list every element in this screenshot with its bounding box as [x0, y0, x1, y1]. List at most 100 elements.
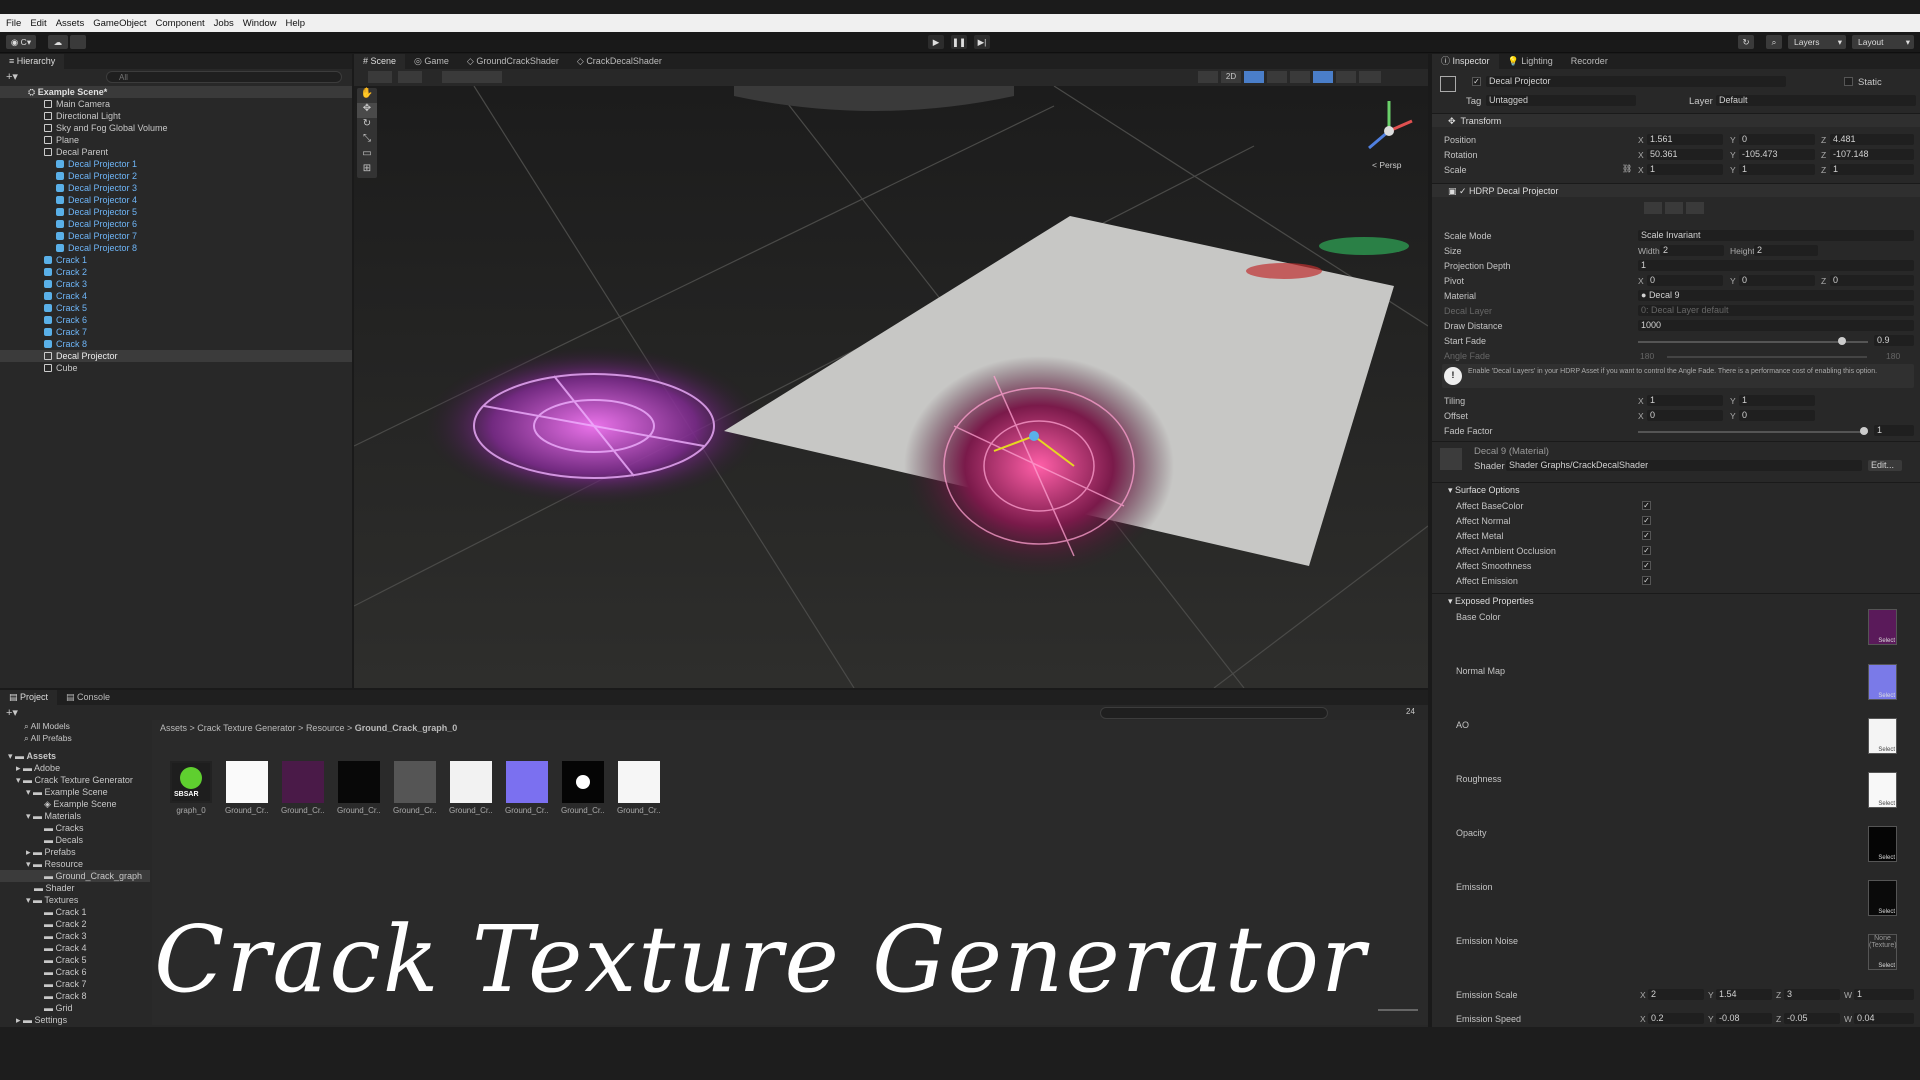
- folder-item[interactable]: ▬ Decals: [0, 834, 150, 846]
- edit-pivot-icon[interactable]: [1665, 202, 1683, 214]
- 2d-toggle[interactable]: 2D: [1221, 71, 1241, 83]
- position-z[interactable]: 4.481: [1830, 134, 1914, 145]
- persp-label[interactable]: < Persp: [1372, 160, 1402, 170]
- scale-z[interactable]: 1: [1830, 164, 1914, 175]
- folder-item[interactable]: ▬ Crack 2: [0, 918, 150, 930]
- position-y[interactable]: 0: [1739, 134, 1815, 145]
- emission-noise-texture-slot[interactable]: None (Texture) Select: [1868, 934, 1897, 970]
- texture-thumbnail[interactable]: [562, 761, 604, 803]
- fade-factor-field[interactable]: 1: [1874, 425, 1914, 436]
- texture-thumbnail[interactable]: [506, 761, 548, 803]
- rotate-tool-icon[interactable]: ↻: [357, 118, 377, 133]
- folder-item[interactable]: ▬ Crack 5: [0, 954, 150, 966]
- texture-thumbnail[interactable]: [226, 761, 268, 803]
- search-icon[interactable]: ⌕: [1766, 35, 1782, 49]
- static-checkbox[interactable]: [1844, 77, 1853, 86]
- edit-uv-icon[interactable]: [1686, 202, 1704, 214]
- fade-factor-slider[interactable]: [1638, 431, 1868, 433]
- pause-icon[interactable]: ❚❚: [951, 35, 967, 49]
- hierarchy-item[interactable]: Crack 7: [0, 326, 352, 338]
- move-tool-icon[interactable]: ✥: [357, 103, 377, 118]
- folder-item[interactable]: ▸ ▬ Adobe: [0, 762, 150, 774]
- texture-thumbnail[interactable]: [338, 761, 380, 803]
- hierarchy-item[interactable]: Decal Projector 4: [0, 194, 352, 206]
- ao-texture-slot[interactable]: Select: [1868, 718, 1897, 754]
- cloud-icon[interactable]: ☁: [48, 35, 68, 49]
- menu-edit[interactable]: Edit: [30, 18, 46, 29]
- texture-thumbnail[interactable]: [394, 761, 436, 803]
- shader-dropdown[interactable]: Shader Graphs/CrackDecalShader: [1506, 460, 1862, 471]
- texture-thumbnail[interactable]: [282, 761, 324, 803]
- pivot-z[interactable]: 0: [1830, 275, 1914, 286]
- fade-factor-slider-thumb[interactable]: [1860, 427, 1868, 435]
- menu-component[interactable]: Component: [156, 18, 205, 29]
- folder-item[interactable]: ▬ Shader: [0, 882, 150, 894]
- breadcrumb-item[interactable]: Ground_Crack_graph_0: [355, 723, 458, 733]
- sbsar-asset-icon[interactable]: SBSAR: [170, 761, 212, 803]
- hierarchy-item[interactable]: Decal Projector 6: [0, 218, 352, 230]
- tab-hierarchy[interactable]: ≡ Hierarchy: [0, 54, 65, 69]
- shader-edit-button[interactable]: Edit...: [1868, 460, 1902, 471]
- menu-assets[interactable]: Assets: [56, 18, 85, 29]
- add-icon[interactable]: +▾: [6, 70, 18, 83]
- surface-options-header[interactable]: ▾ Surface Options: [1432, 482, 1920, 496]
- tab-groundcrackshader[interactable]: ◇ GroundCrackShader: [458, 54, 568, 69]
- surface-option-checkbox[interactable]: ✓: [1642, 501, 1651, 510]
- folder-item[interactable]: ▬ Crack 1: [0, 906, 150, 918]
- hierarchy-search-input[interactable]: [106, 71, 342, 83]
- emission-speed-w[interactable]: 0.04: [1854, 1013, 1914, 1024]
- gizmos-dropdown[interactable]: [1359, 71, 1381, 83]
- tiling-y[interactable]: 1: [1739, 395, 1815, 406]
- folder-item[interactable]: ▾ ▬ Crack Texture Generator: [0, 774, 150, 786]
- surface-option-checkbox[interactable]: ✓: [1642, 576, 1651, 585]
- hierarchy-item[interactable]: Decal Projector 2: [0, 170, 352, 182]
- pivot-x[interactable]: 0: [1647, 275, 1723, 286]
- folder-item[interactable]: ▬ Crack 8: [0, 990, 150, 1002]
- object-name-field[interactable]: Decal Projector: [1486, 76, 1786, 87]
- surface-option-checkbox[interactable]: ✓: [1642, 531, 1651, 540]
- position-x[interactable]: 1.561: [1647, 134, 1723, 145]
- scale-mode-dropdown[interactable]: Scale Invariant: [1638, 230, 1914, 241]
- menu-window[interactable]: Window: [243, 18, 277, 29]
- menu-gameobject[interactable]: GameObject: [93, 18, 146, 29]
- width-field[interactable]: 2: [1660, 245, 1724, 256]
- folder-item[interactable]: ▸ ▬ Prefabs: [0, 846, 150, 858]
- surface-option-checkbox[interactable]: ✓: [1642, 546, 1651, 555]
- projection-depth-field[interactable]: 1: [1638, 260, 1914, 271]
- folder-item[interactable]: ▸ ▬ Settings: [0, 1014, 150, 1025]
- scale-tool-icon[interactable]: ⤡: [357, 133, 377, 148]
- emission-scale-w[interactable]: 1: [1854, 989, 1914, 1000]
- hierarchy-item[interactable]: Decal Projector 1: [0, 158, 352, 170]
- scene-asset-item[interactable]: ◈ Example Scene: [0, 798, 150, 810]
- draw-distance-field[interactable]: 1000: [1638, 320, 1914, 331]
- tab-scene[interactable]: # Scene: [354, 54, 406, 69]
- shading-button[interactable]: [1198, 71, 1218, 83]
- transform-header[interactable]: ✥ Transform: [1432, 113, 1920, 127]
- layer-dropdown[interactable]: Default: [1716, 95, 1916, 106]
- folder-item[interactable]: ▾ ▬ Textures: [0, 894, 150, 906]
- pivot-y[interactable]: 0: [1739, 275, 1815, 286]
- start-fade-slider-thumb[interactable]: [1838, 337, 1846, 345]
- hierarchy-item[interactable]: Crack 5: [0, 302, 352, 314]
- audio-toggle-icon[interactable]: [1267, 71, 1287, 83]
- scale-x[interactable]: 1: [1647, 164, 1723, 175]
- active-checkbox[interactable]: ✓: [1472, 77, 1481, 86]
- surface-option-checkbox[interactable]: ✓: [1642, 516, 1651, 525]
- texture-thumbnail[interactable]: [450, 761, 492, 803]
- start-fade-slider[interactable]: [1638, 341, 1868, 343]
- normal-map-texture-slot[interactable]: Select: [1868, 664, 1897, 700]
- folder-item[interactable]: ▬ Crack 6: [0, 966, 150, 978]
- layout-dropdown[interactable]: Layout ▾: [1852, 35, 1914, 49]
- menu-help[interactable]: Help: [286, 18, 306, 29]
- emission-speed-z[interactable]: -0.05: [1784, 1013, 1840, 1024]
- menu-file[interactable]: File: [6, 18, 21, 29]
- rotation-z[interactable]: -107.148: [1830, 149, 1914, 160]
- tab-recorder[interactable]: Recorder: [1562, 54, 1617, 69]
- scene-row[interactable]: ⛭ Example Scene*: [0, 86, 352, 98]
- hand-tool-icon[interactable]: ✋: [357, 88, 377, 103]
- hierarchy-item[interactable]: Cube: [0, 362, 352, 374]
- folder-item[interactable]: ▬ Grid: [0, 1002, 150, 1014]
- breadcrumb-item[interactable]: Resource: [306, 723, 345, 733]
- hierarchy-item[interactable]: Main Camera: [0, 98, 352, 110]
- offset-x[interactable]: 0: [1647, 410, 1723, 421]
